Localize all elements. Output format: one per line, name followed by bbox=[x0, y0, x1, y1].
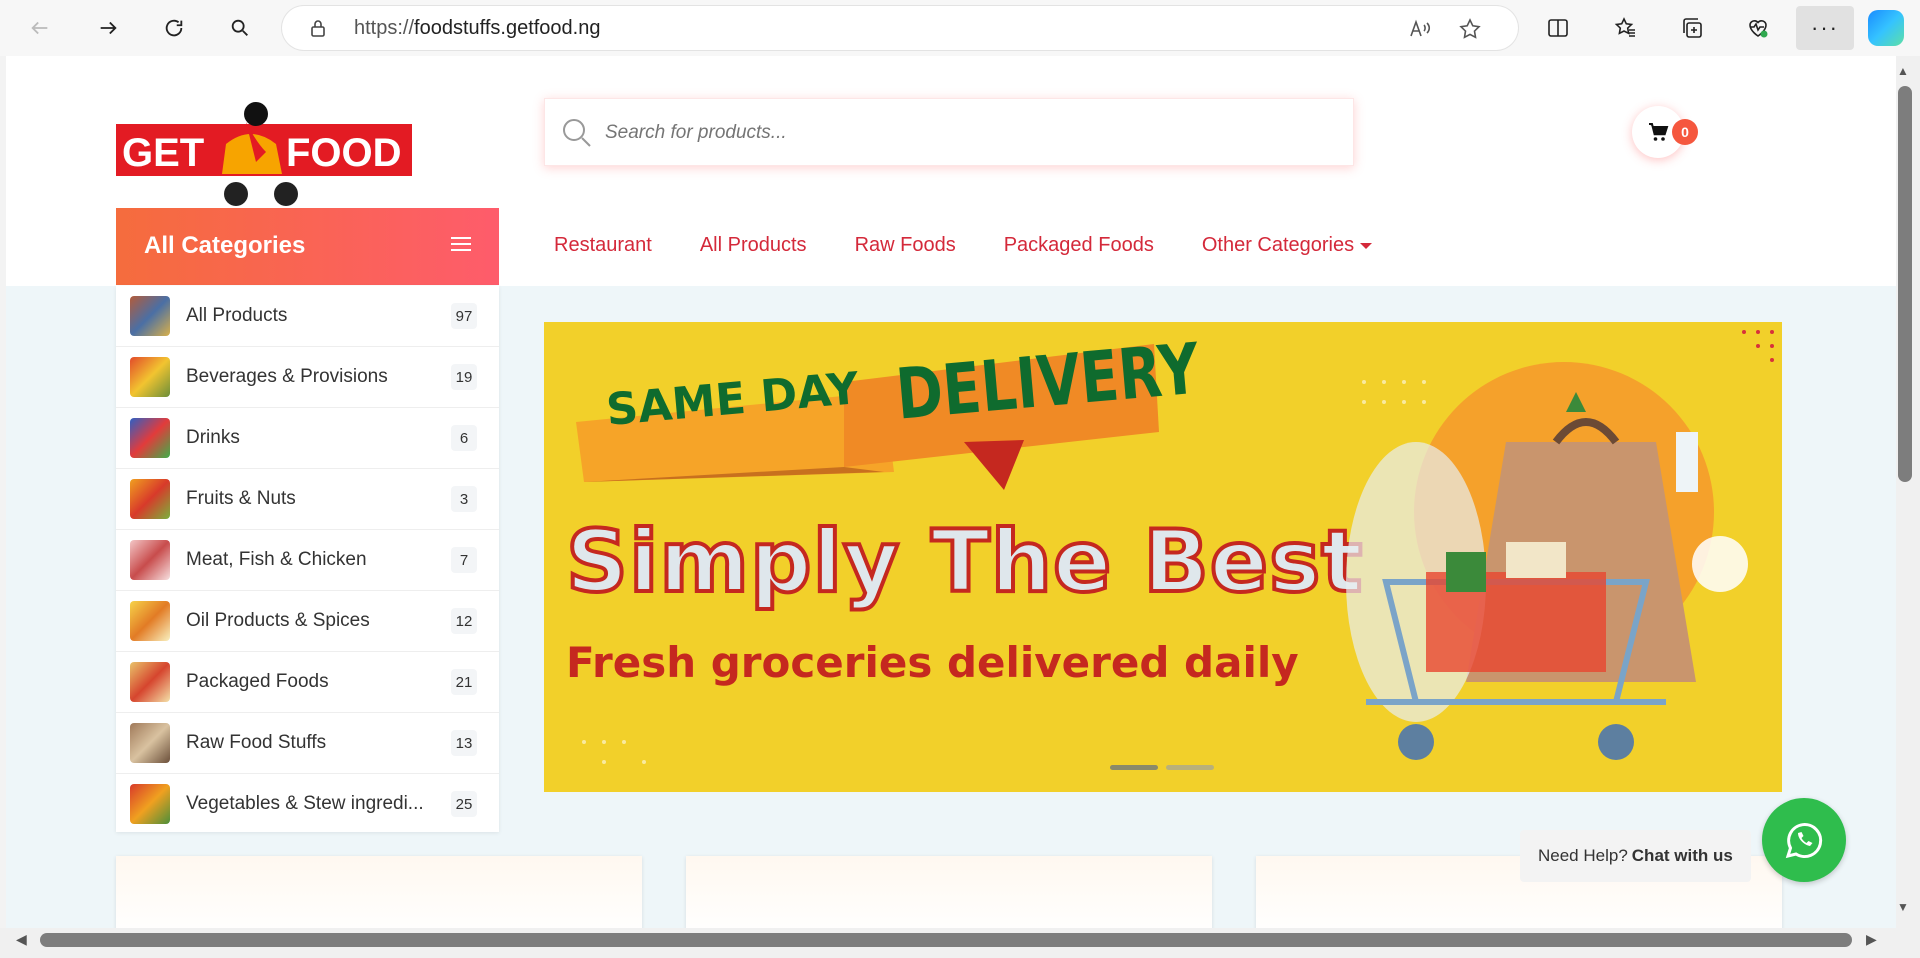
product-search[interactable] bbox=[544, 98, 1354, 166]
category-list: All Products 97 Beverages & Provisions 1… bbox=[116, 286, 499, 832]
svg-text:FOOD: FOOD bbox=[286, 131, 402, 175]
category-count: 7 bbox=[451, 547, 477, 573]
help-chat-label[interactable]: Need Help? Chat with us bbox=[1520, 830, 1751, 882]
slider-dot-active[interactable] bbox=[1110, 765, 1158, 770]
category-thumbnail bbox=[130, 662, 170, 702]
split-screen-icon[interactable] bbox=[1542, 12, 1574, 44]
search-icon[interactable] bbox=[222, 10, 258, 46]
category-label: Oil Products & Spices bbox=[186, 610, 370, 631]
category-item-raw-food-stuffs[interactable]: Raw Food Stuffs 13 bbox=[116, 713, 499, 774]
category-label: Drinks bbox=[186, 427, 240, 448]
whatsapp-icon bbox=[1785, 823, 1823, 859]
lock-icon[interactable] bbox=[308, 18, 328, 38]
cart-count-badge: 0 bbox=[1672, 119, 1698, 145]
hero-banner[interactable]: SAME DAY DELIVERY Simply The Best Fresh … bbox=[544, 322, 1782, 792]
help-cta: Chat with us bbox=[1631, 846, 1733, 865]
category-label: All Products bbox=[186, 305, 288, 326]
slider-pagination bbox=[1110, 765, 1214, 770]
category-thumbnail bbox=[130, 723, 170, 763]
collections-icon[interactable] bbox=[1676, 12, 1708, 44]
decorative-dots bbox=[1742, 330, 1774, 362]
settings-more-button[interactable]: ··· bbox=[1796, 6, 1854, 50]
browser-toolbar: https://foodstuffs.getfood.ng ··· bbox=[0, 0, 1920, 56]
category-item-drinks[interactable]: Drinks 6 bbox=[116, 408, 499, 469]
vertical-scroll-thumb[interactable] bbox=[1898, 86, 1912, 482]
category-label: Meat, Fish & Chicken bbox=[186, 549, 367, 570]
forward-icon[interactable] bbox=[90, 10, 126, 46]
category-label: Raw Food Stuffs bbox=[186, 732, 327, 753]
category-thumbnail bbox=[130, 479, 170, 519]
nav-other-categories[interactable]: Other Categories bbox=[1201, 234, 1373, 257]
category-count: 97 bbox=[451, 303, 477, 329]
url-text[interactable]: https://foodstuffs.getfood.ng bbox=[354, 17, 600, 40]
cart-icon bbox=[1649, 123, 1669, 141]
getfood-logo[interactable]: GET FOOD LOGISTICS bbox=[116, 94, 412, 220]
whatsapp-chat-button[interactable] bbox=[1762, 798, 1846, 882]
category-thumbnail bbox=[130, 357, 170, 397]
category-label: Beverages & Provisions bbox=[186, 366, 388, 387]
category-item-packaged-foods[interactable]: Packaged Foods 21 bbox=[116, 652, 499, 713]
page-viewport: GET FOOD LOGISTICS 0 All Categories Rest… bbox=[6, 56, 1896, 928]
category-count: 19 bbox=[451, 364, 477, 390]
svg-text:GET: GET bbox=[122, 131, 204, 175]
favorite-star-icon[interactable] bbox=[1458, 17, 1482, 41]
favorites-icon[interactable] bbox=[1610, 12, 1642, 44]
search-icon bbox=[563, 119, 591, 147]
category-count: 6 bbox=[451, 425, 477, 451]
category-thumbnail bbox=[130, 784, 170, 824]
category-item-meat-fish-chicken[interactable]: Meat, Fish & Chicken 7 bbox=[116, 530, 499, 591]
grocery-cart-illustration bbox=[1346, 392, 1698, 760]
nav-raw-foods[interactable]: Raw Foods bbox=[855, 234, 956, 257]
hamburger-menu-icon[interactable] bbox=[451, 236, 471, 252]
category-label: Fruits & Nuts bbox=[186, 488, 296, 509]
search-input[interactable] bbox=[605, 113, 1325, 153]
category-item-fruits-nuts[interactable]: Fruits & Nuts 3 bbox=[116, 469, 499, 530]
refresh-icon[interactable] bbox=[156, 10, 192, 46]
product-card[interactable] bbox=[686, 856, 1212, 928]
category-label: Packaged Foods bbox=[186, 671, 329, 692]
category-item-all-products[interactable]: All Products 97 bbox=[116, 286, 499, 347]
copilot-icon[interactable] bbox=[1868, 10, 1904, 46]
caret-down-icon bbox=[1360, 242, 1373, 249]
category-count: 12 bbox=[451, 608, 477, 634]
nav-restaurant[interactable]: Restaurant bbox=[554, 234, 652, 257]
back-icon[interactable] bbox=[22, 10, 58, 46]
category-count: 25 bbox=[451, 791, 477, 817]
category-count: 21 bbox=[451, 669, 477, 695]
nav-other-categories-label: Other Categories bbox=[1201, 234, 1355, 256]
scroll-up-arrow-icon[interactable]: ▲ bbox=[1896, 64, 1910, 78]
product-card[interactable] bbox=[116, 856, 642, 928]
all-categories-header[interactable]: All Categories bbox=[116, 208, 499, 285]
category-count: 13 bbox=[451, 730, 477, 756]
all-categories-title: All Categories bbox=[144, 232, 306, 259]
banner-subline: Fresh groceries delivered daily bbox=[566, 638, 1299, 687]
scroll-down-arrow-icon[interactable]: ▼ bbox=[1896, 900, 1910, 914]
help-prefix: Need Help? bbox=[1538, 846, 1628, 865]
category-thumbnail bbox=[130, 601, 170, 641]
category-thumbnail bbox=[130, 296, 170, 336]
browser-essentials-icon[interactable] bbox=[1742, 12, 1774, 44]
category-item-oil-products-spices[interactable]: Oil Products & Spices 12 bbox=[116, 591, 499, 652]
category-label: Vegetables & Stew ingredi... bbox=[186, 793, 424, 814]
slider-next-button[interactable] bbox=[1692, 536, 1748, 592]
scroll-left-arrow-icon[interactable]: ◀ bbox=[16, 931, 27, 948]
scroll-right-arrow-icon[interactable]: ▶ bbox=[1866, 931, 1877, 948]
banner-headline: Simply The Best bbox=[564, 510, 1364, 614]
category-count: 3 bbox=[451, 486, 477, 512]
horizontal-scroll-thumb[interactable] bbox=[40, 933, 1852, 947]
category-thumbnail bbox=[130, 418, 170, 458]
address-bar[interactable]: https://foodstuffs.getfood.ng bbox=[282, 6, 1518, 50]
category-item-vegetables-stew[interactable]: Vegetables & Stew ingredi... 25 bbox=[116, 774, 499, 835]
nav-packaged-foods[interactable]: Packaged Foods bbox=[1004, 234, 1154, 257]
category-item-beverages-provisions[interactable]: Beverages & Provisions 19 bbox=[116, 347, 499, 408]
nav-all-products[interactable]: All Products bbox=[700, 234, 807, 257]
category-thumbnail bbox=[130, 540, 170, 580]
read-aloud-icon[interactable] bbox=[1408, 17, 1432, 41]
main-navigation: Restaurant All Products Raw Foods Packag… bbox=[554, 234, 1420, 257]
slider-dot[interactable] bbox=[1166, 765, 1214, 770]
